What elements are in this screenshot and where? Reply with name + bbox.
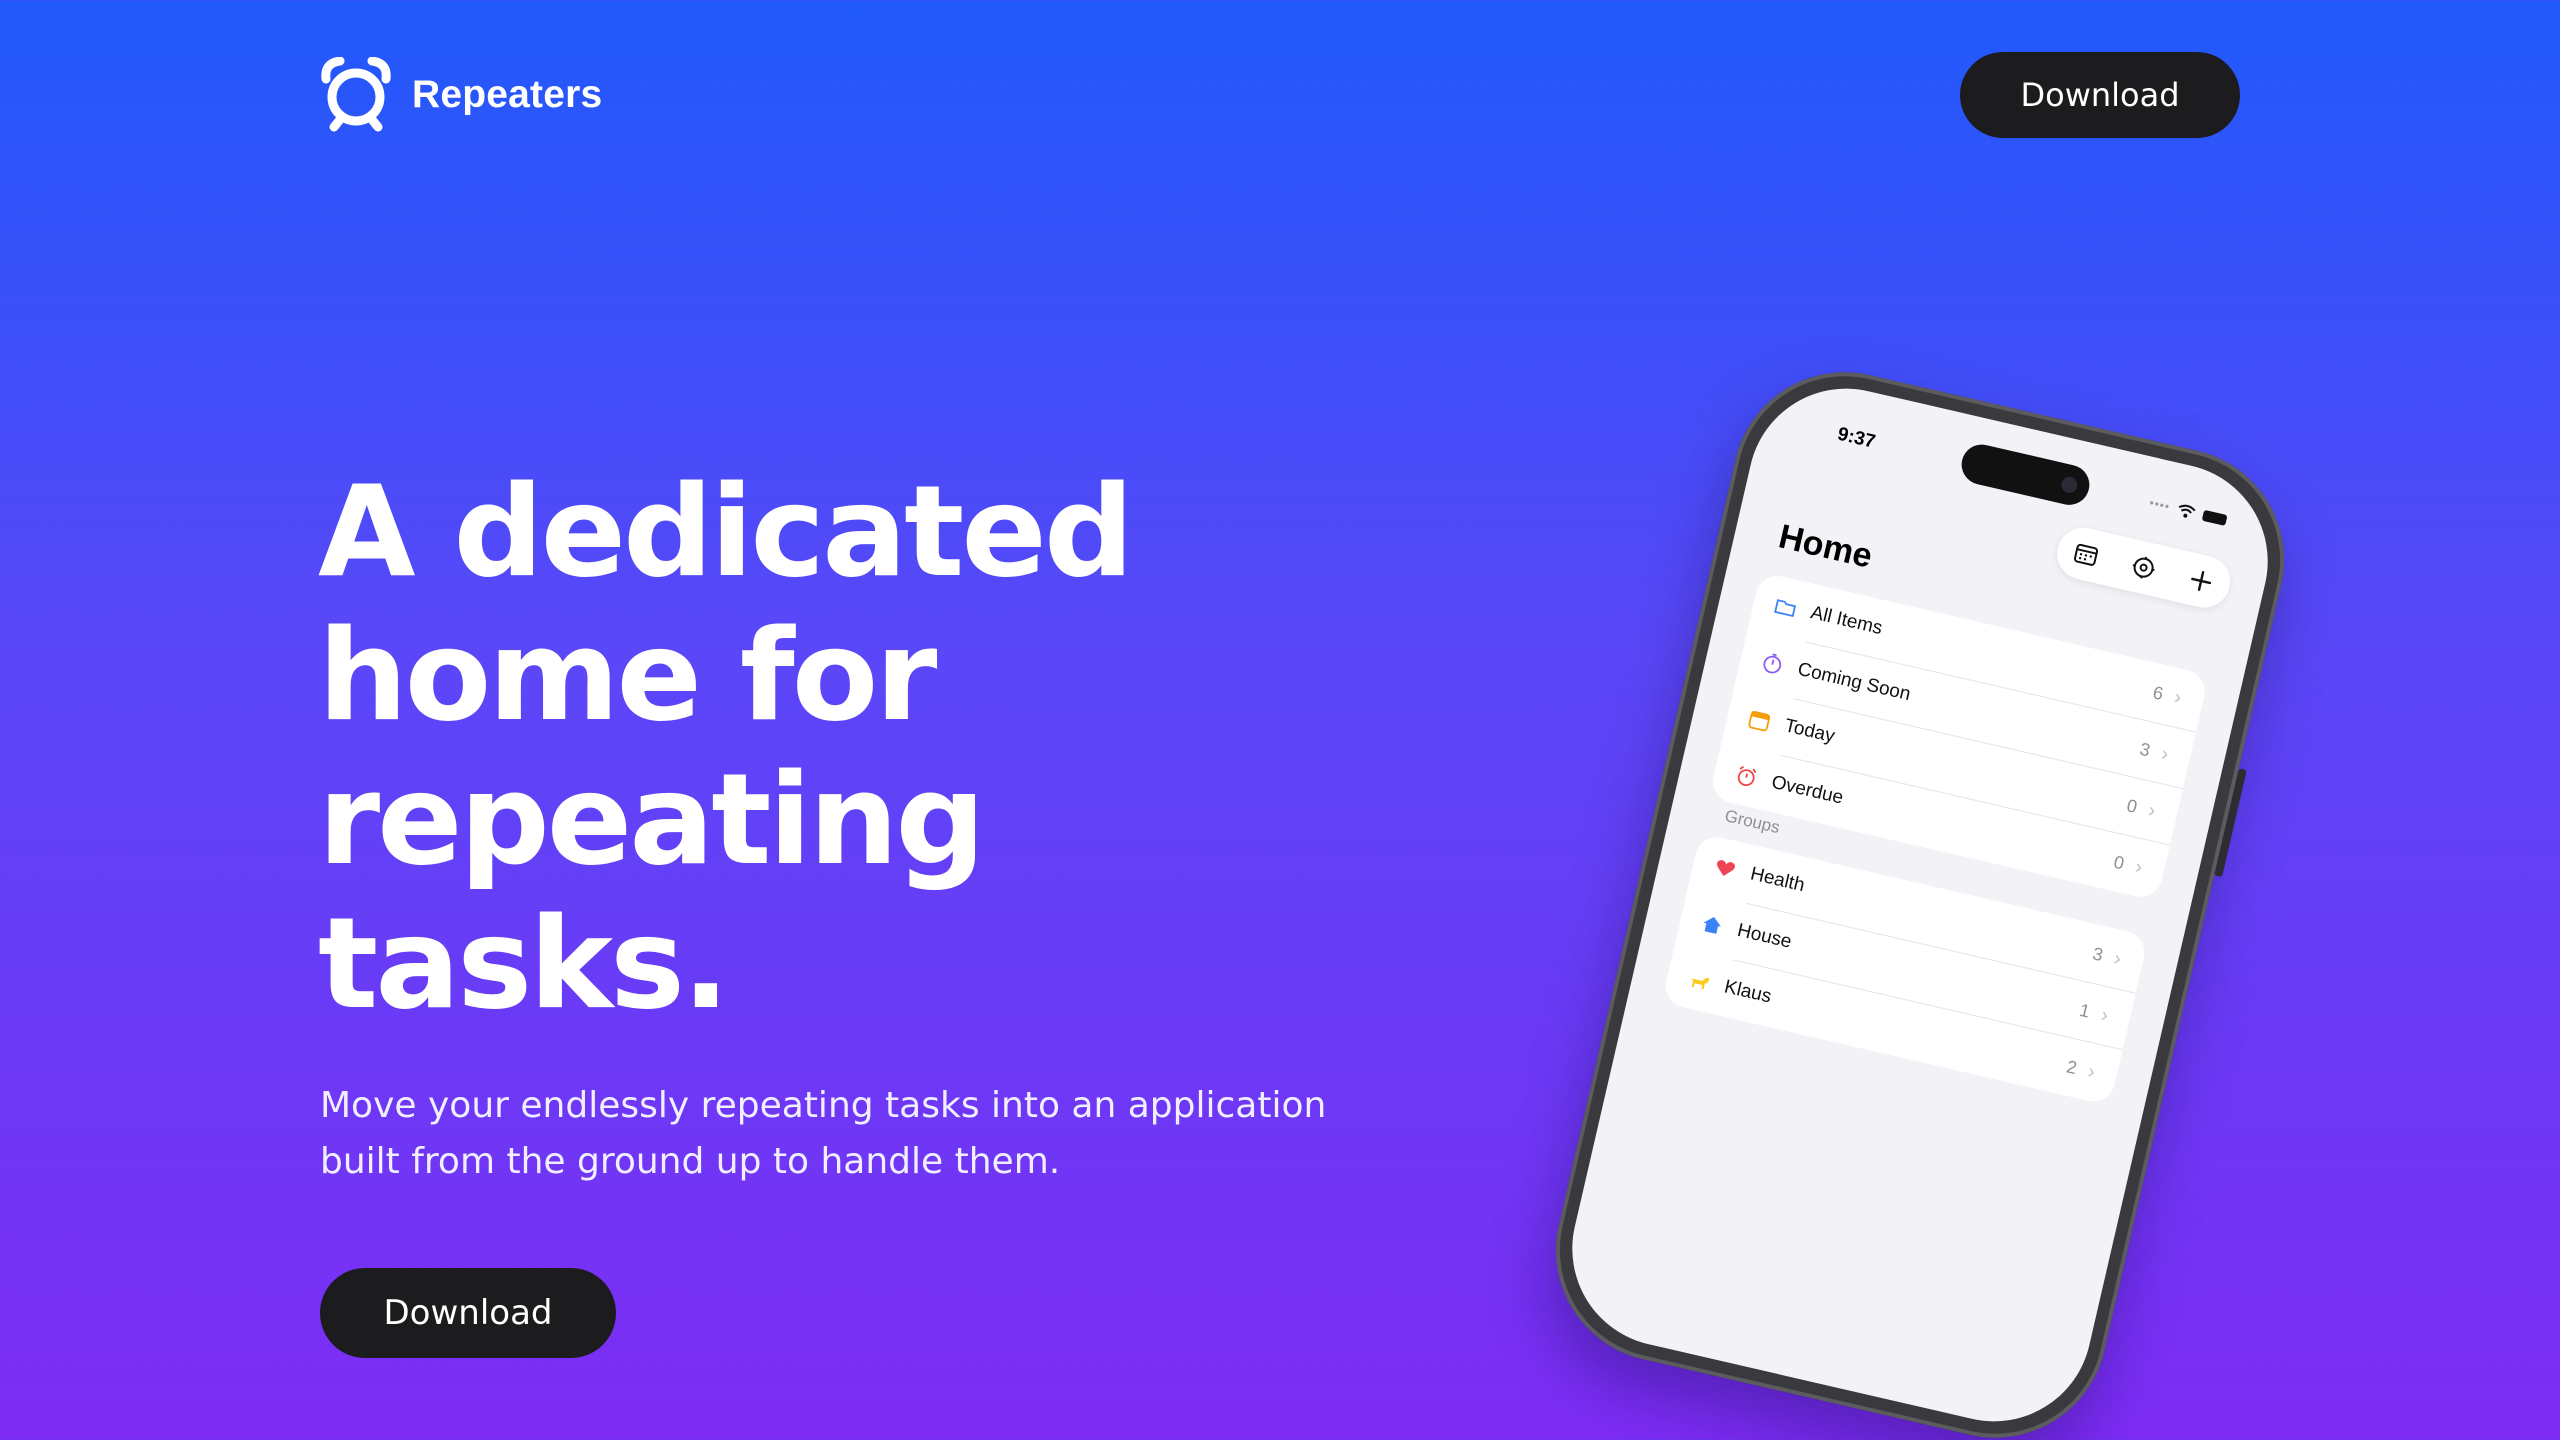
chevron-right-icon: › (2112, 946, 2124, 970)
calendar-icon (1745, 706, 1774, 735)
brand[interactable]: Repeaters (320, 57, 602, 133)
phone-mockup: 9:37 •••• Home All Items 6 › Coming Soon… (1533, 349, 2307, 1440)
calendar-icon[interactable] (2071, 539, 2102, 570)
chevron-right-icon: › (2133, 855, 2145, 879)
phone-screen: 9:37 •••• Home All Items 6 › Coming Soon… (1552, 369, 2288, 1440)
headline-line: tasks. (318, 890, 730, 1037)
heart-icon (1711, 854, 1740, 883)
hero-headline: A dedicated home for repeating tasks. (318, 460, 1418, 1036)
headline-line: A dedicated (318, 458, 1134, 605)
header-download-button[interactable]: Download (1960, 52, 2240, 138)
signal-icon: •••• (2148, 495, 2172, 514)
screen-toolbar (2052, 522, 2236, 613)
status-time: 9:37 (1835, 423, 1878, 453)
brand-name: Repeaters (412, 73, 603, 116)
chevron-right-icon: › (2098, 1003, 2111, 1027)
hero-subhead: Move your endlessly repeating tasks into… (320, 1085, 1327, 1182)
site-header: Repeaters Download (320, 52, 2240, 138)
plus-icon[interactable] (2185, 565, 2216, 596)
wifi-icon (2178, 504, 2196, 518)
phone-frame: 9:37 •••• Home All Items 6 › Coming Soon… (1533, 349, 2307, 1440)
headline-line: home for (318, 602, 937, 749)
settings-icon[interactable] (2128, 552, 2159, 583)
chevron-right-icon: › (2085, 1059, 2098, 1083)
chevron-right-icon: › (2159, 742, 2171, 766)
alarm-icon (1732, 762, 1761, 791)
dynamic-island (1957, 440, 2094, 509)
status-icons: •••• (2148, 496, 2228, 527)
hero-download-button[interactable]: Download (320, 1268, 616, 1358)
phone-side-button (2214, 768, 2247, 878)
chevron-right-icon: › (2172, 685, 2184, 709)
battery-icon (2201, 509, 2228, 526)
house-icon (1698, 910, 1727, 939)
chevron-right-icon: › (2146, 798, 2158, 822)
dog-icon (1685, 967, 1714, 996)
hero: A dedicated home for repeating tasks. (318, 460, 1418, 1036)
camera-icon (2059, 475, 2079, 495)
timer-icon (1758, 649, 1787, 678)
headline-line: repeating (318, 746, 986, 893)
alarm-clock-icon (321, 57, 391, 132)
folder-icon (1771, 593, 1800, 622)
screen-title: Home (1775, 517, 1876, 576)
